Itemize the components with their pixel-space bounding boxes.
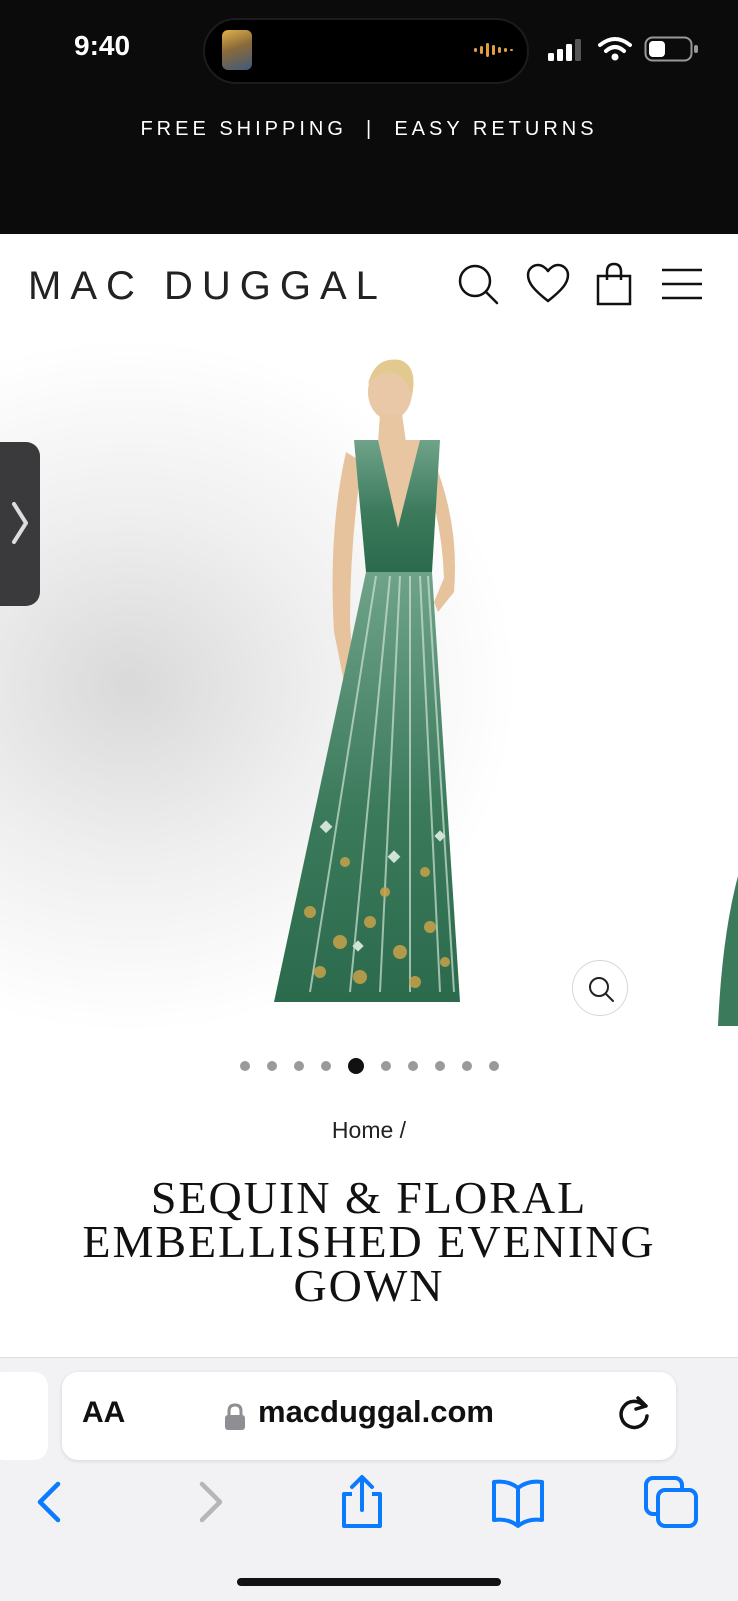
brand-logo[interactable]: MAC DUGGAL <box>28 264 387 309</box>
wifi-icon <box>598 37 632 61</box>
reader-options-button[interactable]: AA <box>82 1396 125 1430</box>
back-icon[interactable] <box>20 1474 80 1530</box>
gallery-pagination <box>0 1055 738 1077</box>
pagination-dot[interactable] <box>239 1061 250 1071</box>
chevron-right-icon[interactable] <box>10 500 30 546</box>
cellular-signal-icon <box>548 39 581 61</box>
status-time: 9:40 <box>74 30 131 61</box>
share-icon[interactable] <box>332 1474 392 1530</box>
battery-icon <box>644 36 698 62</box>
lock-icon <box>225 1403 245 1430</box>
pagination-dot[interactable] <box>380 1061 391 1071</box>
promo-banner-text[interactable]: FREE SHIPPING | EASY RETURNS <box>0 118 738 141</box>
tabs-icon[interactable] <box>642 1474 702 1530</box>
pagination-dot[interactable] <box>434 1061 445 1071</box>
shopping-bag-icon[interactable] <box>592 262 636 306</box>
pagination-dot[interactable] <box>293 1061 304 1071</box>
bookmarks-icon[interactable] <box>488 1474 548 1530</box>
pagination-dot[interactable] <box>461 1061 472 1071</box>
forward-icon[interactable] <box>180 1474 240 1530</box>
menu-icon[interactable] <box>660 262 704 306</box>
pagination-dot[interactable] <box>488 1061 499 1071</box>
product-title: SEQUIN & FLORAL EMBELLISHED EVENING GOWN <box>82 1172 656 1311</box>
search-icon[interactable] <box>456 262 500 306</box>
breadcrumb-separator: / <box>393 1117 407 1143</box>
home-indicator[interactable] <box>237 1578 501 1586</box>
heart-icon[interactable] <box>526 262 570 306</box>
now-playing-artwork <box>222 30 252 70</box>
pagination-dot-active[interactable] <box>347 1058 364 1074</box>
reload-icon[interactable] <box>614 1394 654 1434</box>
pagination-dot[interactable] <box>407 1061 418 1071</box>
audio-waveform-icon <box>474 43 513 57</box>
pagination-dot[interactable] <box>266 1061 277 1071</box>
breadcrumb: Home / <box>0 1117 738 1144</box>
zoom-icon <box>589 977 614 1002</box>
breadcrumb-home-link[interactable]: Home <box>332 1117 393 1143</box>
product-photo-dress[interactable] <box>250 352 490 1032</box>
url-text[interactable]: macduggal.com <box>258 1394 494 1430</box>
previous-tab-preview[interactable] <box>0 1372 48 1460</box>
pagination-dot[interactable] <box>320 1061 331 1071</box>
aa-label: AA <box>82 1396 126 1429</box>
product-image-gallery[interactable] <box>0 336 738 1036</box>
next-photo-preview <box>718 876 738 1026</box>
